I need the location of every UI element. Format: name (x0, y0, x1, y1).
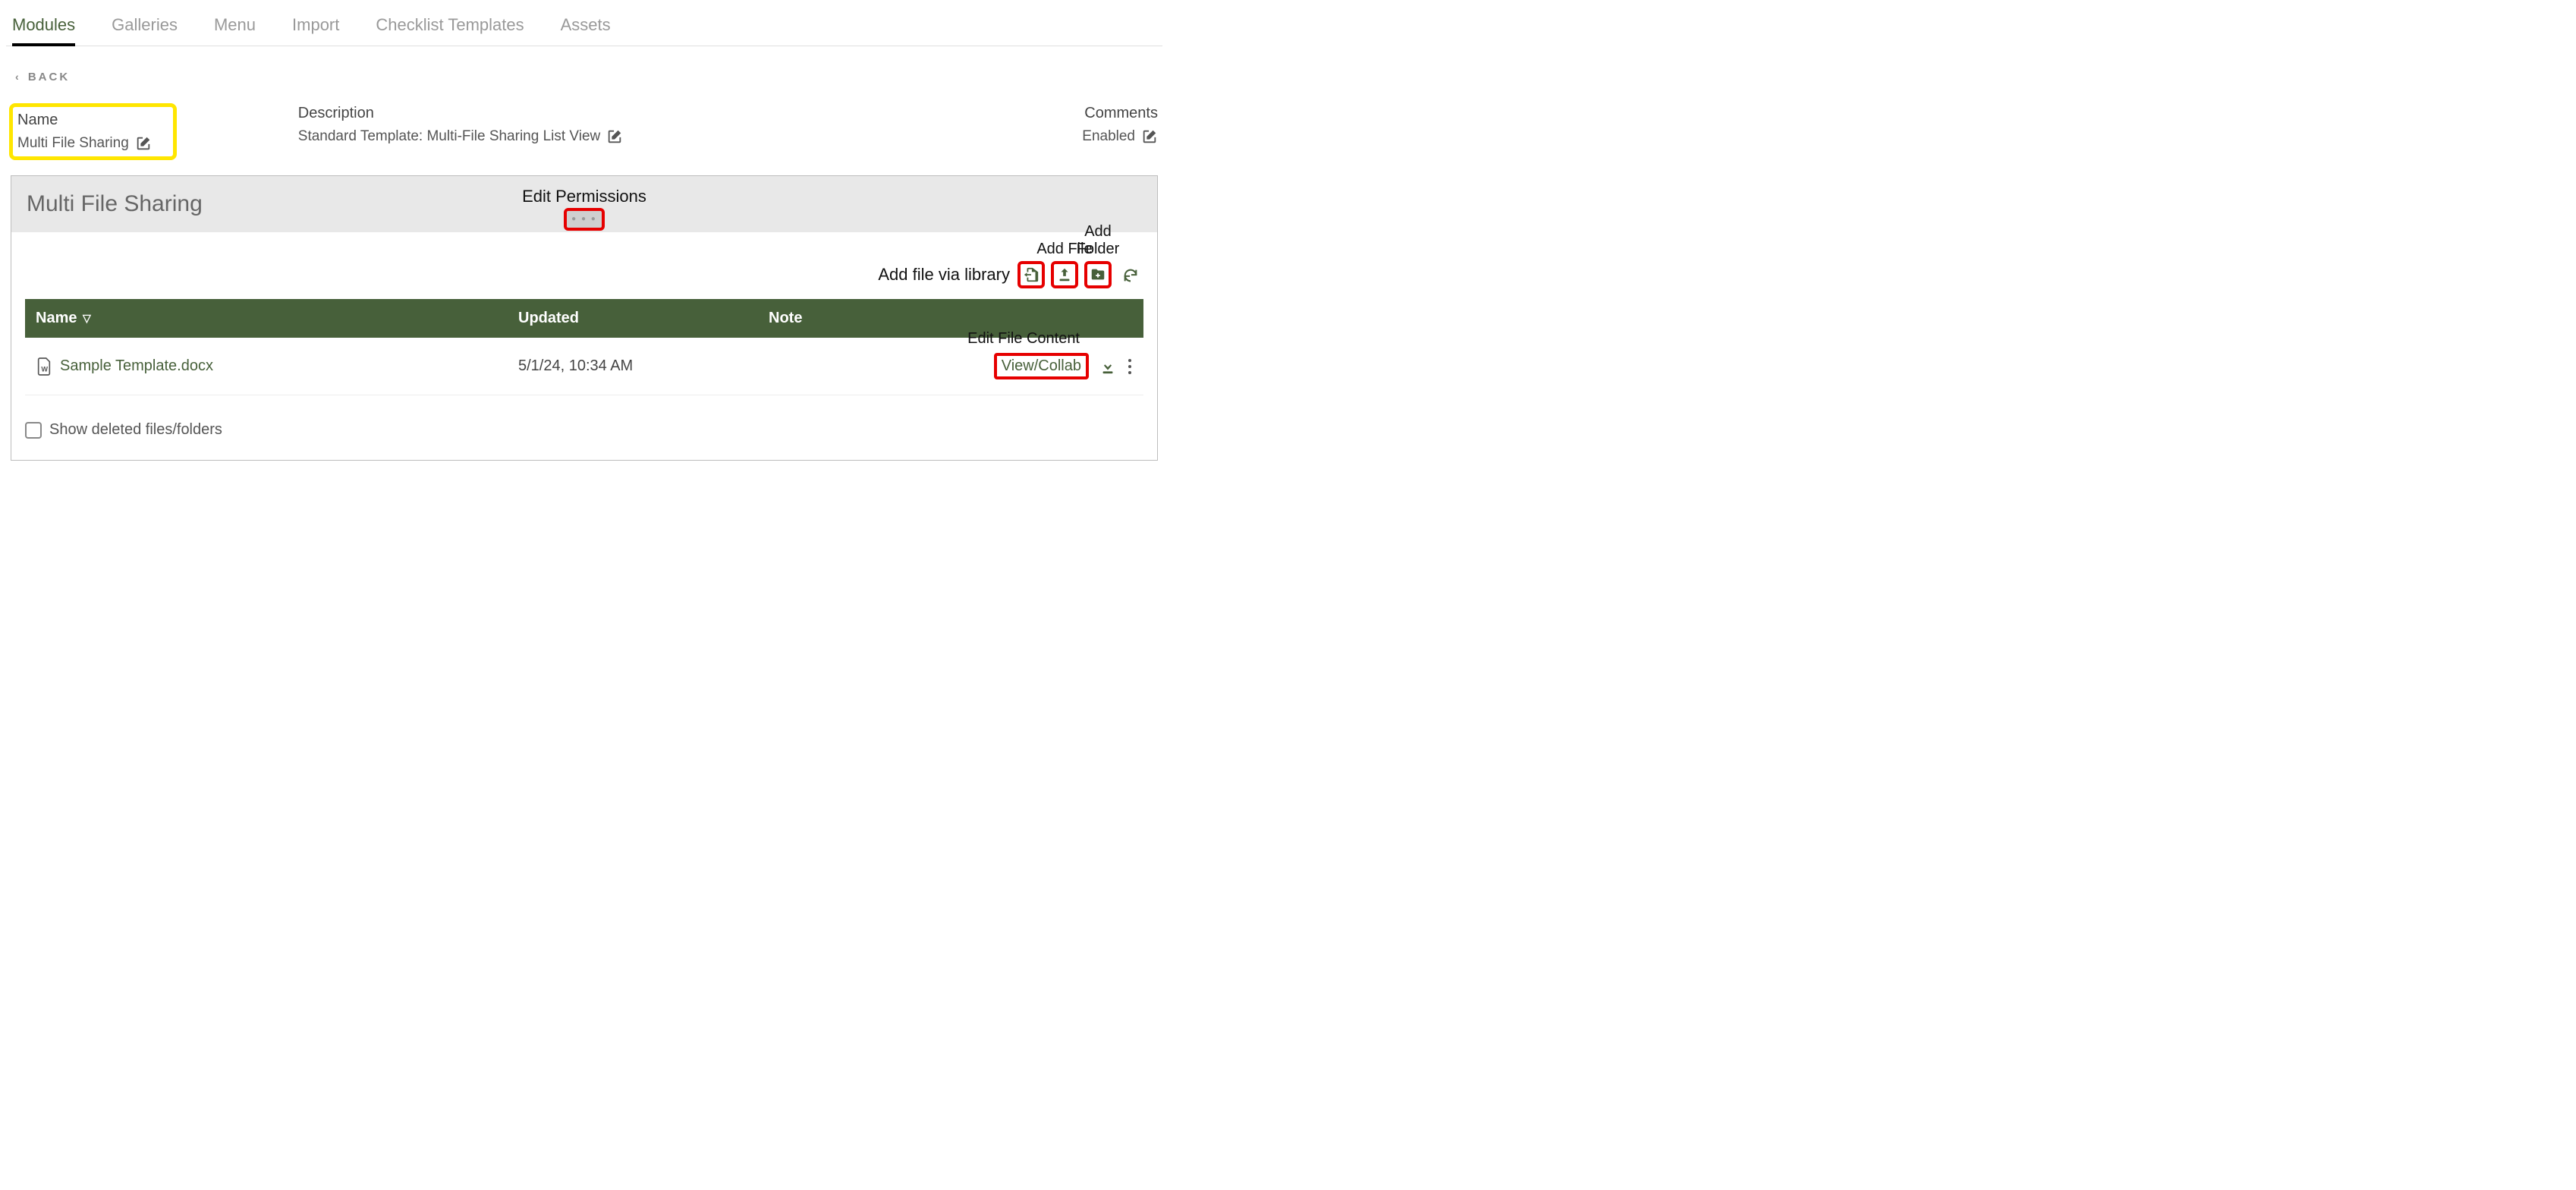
show-deleted-checkbox[interactable] (25, 422, 42, 439)
callout-add-via-library: Add file via library (878, 265, 1010, 285)
kebab-icon (1127, 358, 1133, 375)
callout-edit-permissions: Edit Permissions (11, 187, 1157, 206)
edit-description-icon[interactable] (606, 128, 623, 145)
add-via-library-button[interactable] (1018, 261, 1045, 288)
svg-text:W: W (41, 365, 48, 373)
download-button[interactable] (1099, 358, 1116, 375)
tab-checklist-templates[interactable]: Checklist Templates (376, 9, 524, 46)
info-description-value: Standard Template: Multi-File Sharing Li… (298, 128, 601, 145)
folder-plus-icon (1090, 266, 1106, 283)
files-table: Name ▽ Updated Note W (25, 299, 1143, 395)
info-comments-label: Comments (1006, 105, 1158, 122)
tab-import[interactable]: Import (292, 9, 339, 46)
refresh-icon (1122, 267, 1139, 284)
add-folder-button[interactable] (1084, 261, 1112, 288)
col-updated[interactable]: Updated (518, 310, 769, 327)
view-collab-button[interactable]: View/Collab (994, 353, 1089, 379)
col-name-label: Name (36, 310, 77, 326)
info-name-label: Name (17, 112, 152, 129)
callout-edit-file-content: Edit File Content (967, 330, 1080, 348)
callout-add-folder: Add Folder (1068, 223, 1128, 258)
top-tabs: Modules Galleries Menu Import Checklist … (6, 0, 1162, 46)
word-file-icon: W (36, 357, 52, 376)
info-name-value: Multi File Sharing (17, 135, 129, 152)
back-link[interactable]: ‹ BACK (11, 68, 1158, 91)
tab-galleries[interactable]: Galleries (112, 9, 178, 46)
actions-row: Add file via library Add File (11, 238, 1157, 299)
file-link[interactable]: W Sample Template.docx (36, 357, 518, 376)
info-description-block: Description Standard Template: Multi-Fil… (177, 105, 1006, 160)
upload-icon (1056, 266, 1073, 283)
tab-menu[interactable]: Menu (214, 9, 256, 46)
col-note[interactable]: Note (769, 310, 981, 327)
table-row: W Sample Template.docx 5/1/24, 10:34 AM … (25, 338, 1143, 395)
info-row: Name Multi File Sharing Description (11, 105, 1158, 171)
chevron-left-icon: ‹ (15, 71, 21, 83)
file-updated: 5/1/24, 10:34 AM (518, 357, 769, 375)
file-sharing-card: Multi File Sharing Edit Permissions ● ● … (11, 175, 1158, 461)
ellipsis-icon: ● ● ● (568, 211, 601, 228)
sort-desc-icon: ▽ (83, 312, 91, 325)
permissions-menu-button[interactable]: ● ● ● (564, 208, 605, 231)
edit-comments-icon[interactable] (1141, 128, 1158, 145)
tab-modules[interactable]: Modules (12, 9, 75, 46)
info-name-block: Name Multi File Sharing (11, 105, 177, 160)
edit-name-icon[interactable] (135, 135, 152, 152)
file-import-icon (1023, 266, 1040, 283)
refresh-button[interactable] (1118, 263, 1143, 288)
info-description-label: Description (298, 105, 1006, 122)
show-deleted-label: Show deleted files/folders (49, 421, 222, 439)
file-name-text: Sample Template.docx (60, 357, 213, 375)
show-deleted-row: Show deleted files/folders (11, 406, 1157, 460)
back-label: BACK (28, 71, 70, 83)
add-file-button[interactable] (1051, 261, 1078, 288)
row-menu-button[interactable] (1127, 358, 1133, 375)
info-comments-block: Comments Enabled (1006, 105, 1158, 160)
col-name[interactable]: Name ▽ (36, 310, 518, 327)
info-comments-value: Enabled (1082, 128, 1135, 145)
tab-assets[interactable]: Assets (561, 9, 611, 46)
download-icon (1099, 358, 1116, 375)
